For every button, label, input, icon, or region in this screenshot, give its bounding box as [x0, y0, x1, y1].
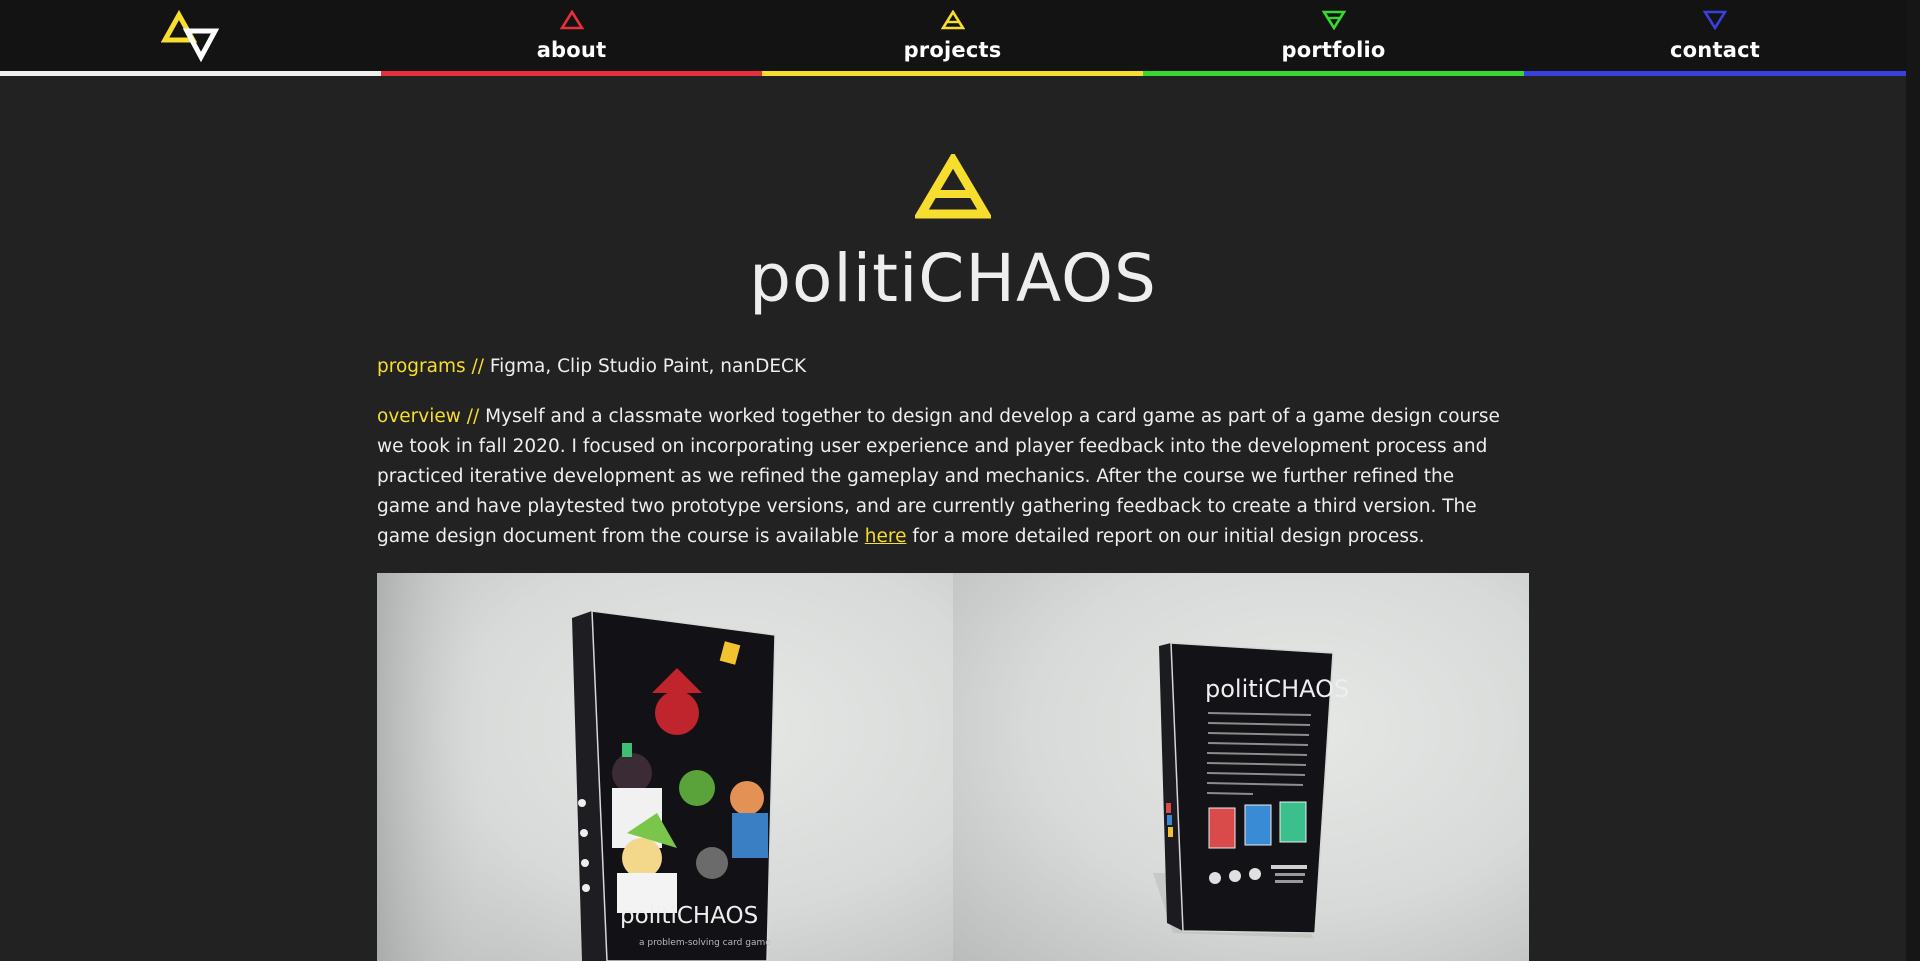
triangle-down-icon [1321, 10, 1346, 34]
nav-item-contact[interactable]: contact [1524, 0, 1906, 76]
box-front-photo: politiCHAOS a problem-solving card game [377, 573, 953, 961]
programs-line: programs // Figma, Clip Studio Paint, na… [377, 352, 1507, 382]
box-front-brand: politiCHAOS [620, 903, 758, 929]
project-photos: politiCHAOS a problem-solving card game … [377, 573, 1529, 961]
navbar: about projects portfolio contact [0, 0, 1906, 76]
triangle-down-icon [1702, 10, 1728, 34]
page-title: politiCHAOS [749, 240, 1157, 317]
triangle-a-icon [913, 151, 993, 224]
nav-label-about[interactable]: about [381, 38, 762, 62]
overview-text-end: for a more detailed report on our initia… [912, 526, 1425, 547]
nav-item-portfolio[interactable]: portfolio [1143, 0, 1524, 76]
overview-paragraph: overview // Myself and a classmate worke… [377, 402, 1507, 552]
programs-value: Figma, Clip Studio Paint, nanDECK [489, 356, 807, 377]
triangle-a-icon [940, 9, 965, 34]
nav-label-projects[interactable]: projects [762, 38, 1143, 62]
box-front-tagline: a problem-solving card game [639, 938, 771, 948]
box-back-photo: politiCHAOS [953, 573, 1529, 961]
nav-item-projects[interactable]: projects [762, 0, 1143, 76]
box-back-brand: politiCHAOS [1205, 675, 1349, 703]
nav-home[interactable] [0, 0, 381, 76]
logo-icon[interactable] [160, 9, 220, 72]
overview-label: overview // [377, 406, 480, 427]
scrollbar[interactable] [1906, 0, 1920, 961]
nav-item-about[interactable]: about [381, 0, 762, 76]
design-doc-link[interactable]: here [865, 526, 907, 547]
nav-label-contact[interactable]: contact [1524, 38, 1906, 62]
programs-label: programs // [377, 356, 484, 377]
nav-label-portfolio[interactable]: portfolio [1143, 38, 1524, 62]
triangle-up-icon [559, 9, 584, 34]
